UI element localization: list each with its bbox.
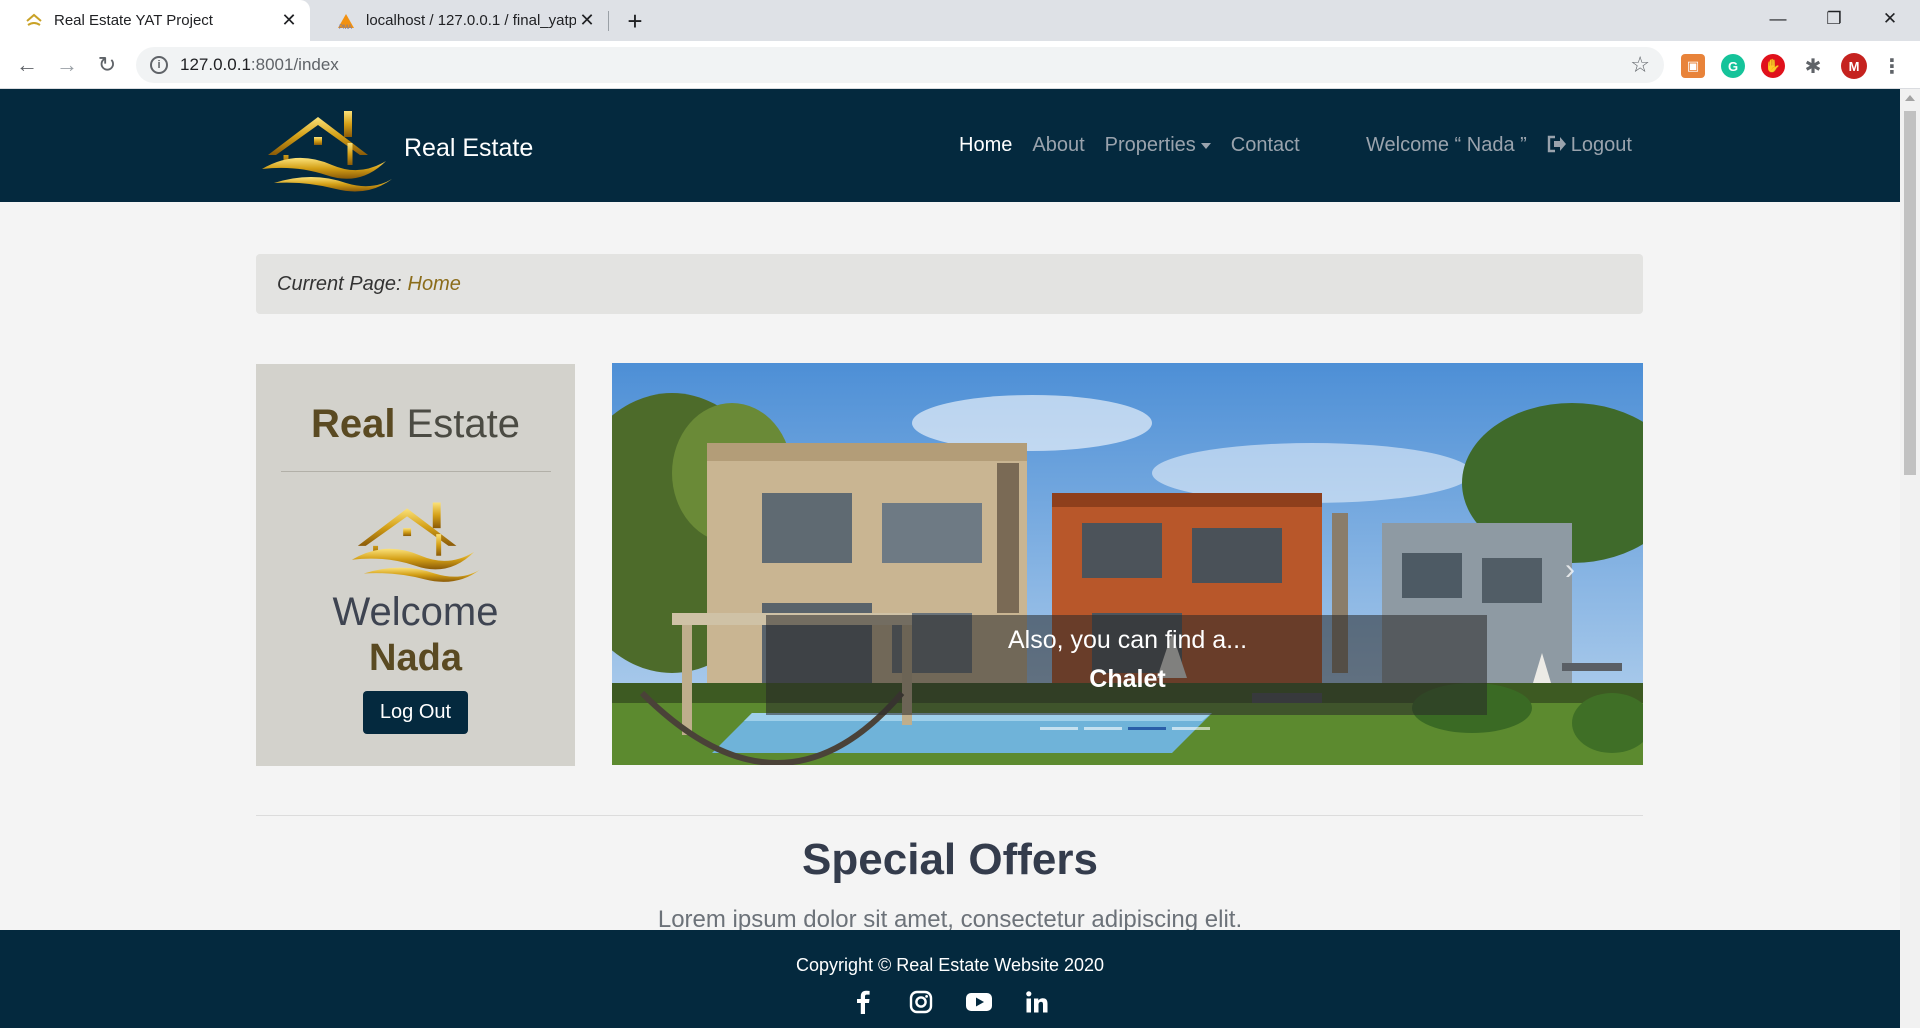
restore-icon[interactable]: ❐ — [1806, 0, 1862, 38]
youtube-icon[interactable] — [965, 988, 993, 1016]
address-bar[interactable]: i 127.0.0.1:8001/index ☆ — [136, 47, 1664, 83]
nav-properties[interactable]: Properties — [1105, 134, 1211, 157]
nav-about[interactable]: About — [1032, 134, 1084, 157]
carousel-caption: Also, you can find a... — [1007, 626, 1248, 654]
sign-out-icon — [1547, 135, 1566, 153]
page-viewport: Real Estate Home About Properties Contac… — [0, 89, 1900, 1028]
carousel-indicator[interactable] — [1084, 727, 1122, 730]
nav-contact[interactable]: Contact — [1231, 134, 1300, 157]
house-logo-icon — [262, 111, 392, 192]
svg-text:PMA: PMA — [339, 25, 352, 30]
welcome-sidebar: Real Estate Welcome Nada Log Out — [256, 364, 575, 766]
profile-avatar[interactable]: M — [1841, 53, 1867, 79]
tab-separator — [608, 11, 609, 31]
page-scrollbar[interactable] — [1900, 89, 1920, 1028]
sidebar-welcome: Welcome — [332, 590, 499, 634]
grammarly-icon[interactable]: G — [1721, 54, 1745, 78]
reload-icon[interactable]: ↻ — [92, 50, 122, 80]
sidebar-user-name: Nada — [369, 637, 462, 679]
browser-toolbar: ← → ↻ i 127.0.0.1:8001/index ☆ ▣ G ✋ ✱ M… — [0, 41, 1920, 89]
extensions-puzzle-icon[interactable]: ✱ — [1801, 54, 1825, 78]
brand-name: Real Estate — [404, 133, 534, 162]
linkedin-icon[interactable] — [1023, 988, 1051, 1016]
browser-tabbar: Real Estate YAT Project ✕ PMA localhost … — [0, 0, 1920, 41]
browser-tab-active[interactable]: Real Estate YAT Project ✕ — [0, 0, 310, 41]
carousel-next-icon[interactable]: › — [1565, 553, 1575, 587]
scrollbar-thumb[interactable] — [1904, 111, 1916, 475]
site-navbar: Real Estate Home About Properties Contac… — [0, 89, 1900, 202]
new-tab-icon[interactable]: + — [620, 6, 650, 36]
property-carousel[interactable]: Also, you can find a... Chalet › — [612, 363, 1643, 765]
browser-tab-inactive[interactable]: PMA localhost / 127.0.0.1 / final_yatpro… — [312, 0, 608, 41]
forward-icon[interactable]: → — [52, 50, 82, 80]
sidebar-title-real: Real — [310, 402, 396, 446]
logout-button[interactable]: Log Out — [362, 691, 469, 734]
instagram-icon[interactable] — [907, 988, 935, 1016]
back-icon[interactable]: ← — [12, 50, 42, 80]
carousel-caption-type: Chalet — [1089, 665, 1166, 693]
site-footer: Copyright © Real Estate Website 2020 — [0, 930, 1900, 1028]
user-nav: Welcome “ Nada ” Logout — [1366, 89, 1652, 202]
breadcrumb-label: Current Page: — [277, 272, 402, 295]
welcome-user-text: Welcome “ Nada ” — [1366, 134, 1527, 156]
copyright-text: Copyright © Real Estate Website 2020 — [795, 955, 1105, 975]
bookmark-star-icon[interactable]: ☆ — [1630, 52, 1650, 78]
nav-home[interactable]: Home — [959, 134, 1012, 157]
brand[interactable]: Real Estate — [256, 103, 533, 193]
tab-title: Real Estate YAT Project — [54, 12, 213, 29]
breadcrumb-current[interactable]: Home — [408, 273, 461, 296]
main-nav: Home About Properties Contact — [959, 89, 1320, 202]
scroll-up-icon[interactable] — [1905, 95, 1915, 101]
tab-title: localhost / 127.0.0.1 / final_yatpro — [366, 12, 576, 29]
minimize-icon[interactable]: — — [1750, 0, 1806, 38]
close-tab-icon[interactable]: ✕ — [278, 10, 300, 32]
carousel-indicator[interactable] — [1172, 727, 1210, 730]
special-offers-title: Special Offers — [802, 835, 1098, 884]
caret-down-icon — [1200, 142, 1211, 149]
site-info-icon[interactable]: i — [150, 56, 168, 74]
breadcrumb: Current Page: Home — [256, 254, 1643, 314]
sidebar-title: Real Estate — [256, 402, 575, 447]
carousel-indicator-active[interactable] — [1128, 727, 1166, 730]
browser-menu-icon[interactable]: ⋮ — [1880, 54, 1904, 78]
close-window-icon[interactable]: ✕ — [1862, 0, 1918, 38]
url-text: 127.0.0.1:8001/index — [180, 55, 339, 74]
facebook-icon[interactable] — [849, 988, 877, 1016]
phpmyadmin-favicon-icon: PMA — [336, 11, 356, 31]
house-logo-icon — [351, 502, 480, 582]
nav-logout-label: Logout — [1570, 134, 1632, 156]
nav-properties-label: Properties — [1104, 134, 1196, 156]
carousel-indicators — [1040, 727, 1216, 730]
social-links — [0, 988, 1900, 1016]
sidebar-title-estate: Estate — [406, 402, 521, 446]
adblock-icon[interactable]: ✋ — [1761, 54, 1785, 78]
carousel-indicator[interactable] — [1040, 727, 1078, 730]
sidebar-divider — [280, 471, 551, 472]
close-tab-icon[interactable]: ✕ — [576, 10, 598, 32]
section-divider — [256, 815, 1643, 816]
screenshot-extension-icon[interactable]: ▣ — [1681, 54, 1705, 78]
nav-logout[interactable]: Logout — [1547, 134, 1632, 157]
house-favicon-icon — [24, 11, 44, 31]
